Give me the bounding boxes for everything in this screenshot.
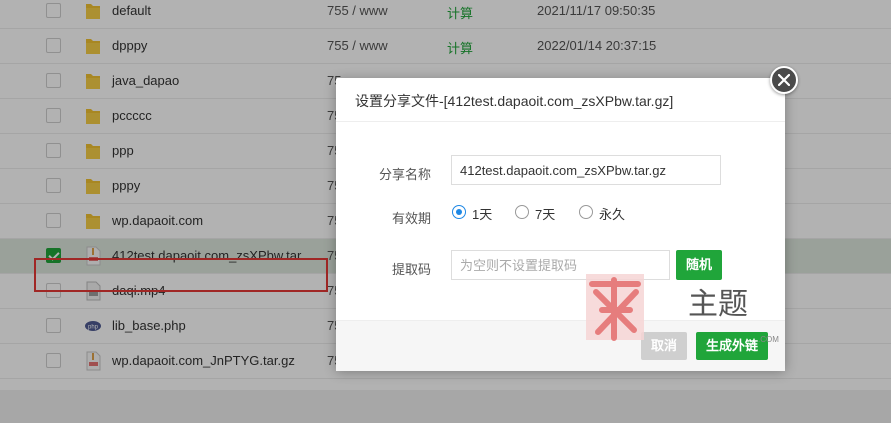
share-name-input[interactable] bbox=[451, 155, 721, 185]
watermark-text: 主题 bbox=[688, 288, 748, 321]
validity-option-label: 7天 bbox=[535, 207, 556, 222]
extract-code-label: 提取码 bbox=[391, 262, 431, 277]
radio-checked-icon bbox=[452, 205, 466, 219]
radio-unchecked-icon bbox=[579, 205, 593, 219]
validity-option-label: 1天 bbox=[472, 207, 493, 222]
close-icon bbox=[778, 74, 790, 86]
dialog-title: 设置分享文件-[412test.dapaoit.com_zsXPbw.tar.g… bbox=[355, 93, 674, 109]
watermark-subtext: .COM bbox=[758, 335, 779, 344]
validity-label: 有效期 bbox=[391, 211, 431, 226]
dialog-close-button[interactable] bbox=[770, 66, 798, 94]
share-name-label: 分享名称 bbox=[378, 167, 431, 182]
dialog-header-divider bbox=[336, 121, 785, 122]
radio-unchecked-icon bbox=[515, 205, 529, 219]
validity-option-label: 永久 bbox=[599, 207, 626, 222]
site-watermark-logo: 主题 .COM bbox=[586, 274, 779, 344]
